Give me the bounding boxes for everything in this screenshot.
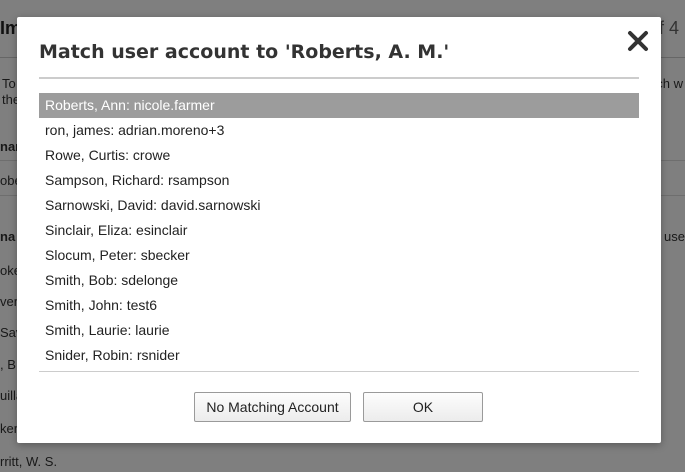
- account-list-item[interactable]: Sampson, Richard: rsampson: [39, 168, 639, 193]
- ok-button[interactable]: OK: [363, 392, 483, 422]
- account-list-item[interactable]: Rowe, Curtis: crowe: [39, 143, 639, 168]
- account-list-item[interactable]: Smith, Laurie: laurie: [39, 318, 639, 343]
- account-list[interactable]: Roberts, Ann: nicole.farmer ron, james: a…: [39, 93, 639, 371]
- list-divider: [39, 371, 639, 372]
- account-list-item[interactable]: Slocum, Peter: sbecker: [39, 243, 639, 268]
- match-account-dialog: Match user account to 'Roberts, A. M.' R…: [17, 17, 661, 443]
- close-button[interactable]: [626, 29, 650, 53]
- no-matching-account-button[interactable]: No Matching Account: [194, 392, 351, 422]
- account-list-item[interactable]: Sarnowski, David: david.sarnowski: [39, 193, 639, 218]
- account-list-item[interactable]: Smith, Bob: sdelonge: [39, 268, 639, 293]
- account-list-item[interactable]: Roberts, Ann: nicole.farmer: [39, 93, 639, 118]
- account-list-item[interactable]: ron, james: adrian.moreno+3: [39, 118, 639, 143]
- dialog-title: Match user account to 'Roberts, A. M.': [39, 41, 450, 63]
- close-icon: [628, 31, 648, 51]
- account-list-item[interactable]: Smith, John: test6: [39, 293, 639, 318]
- account-list-item[interactable]: Sinclair, Eliza: esinclair: [39, 218, 639, 243]
- title-divider: [39, 77, 639, 79]
- account-list-item[interactable]: Snider, Robin: rsnider: [39, 343, 639, 368]
